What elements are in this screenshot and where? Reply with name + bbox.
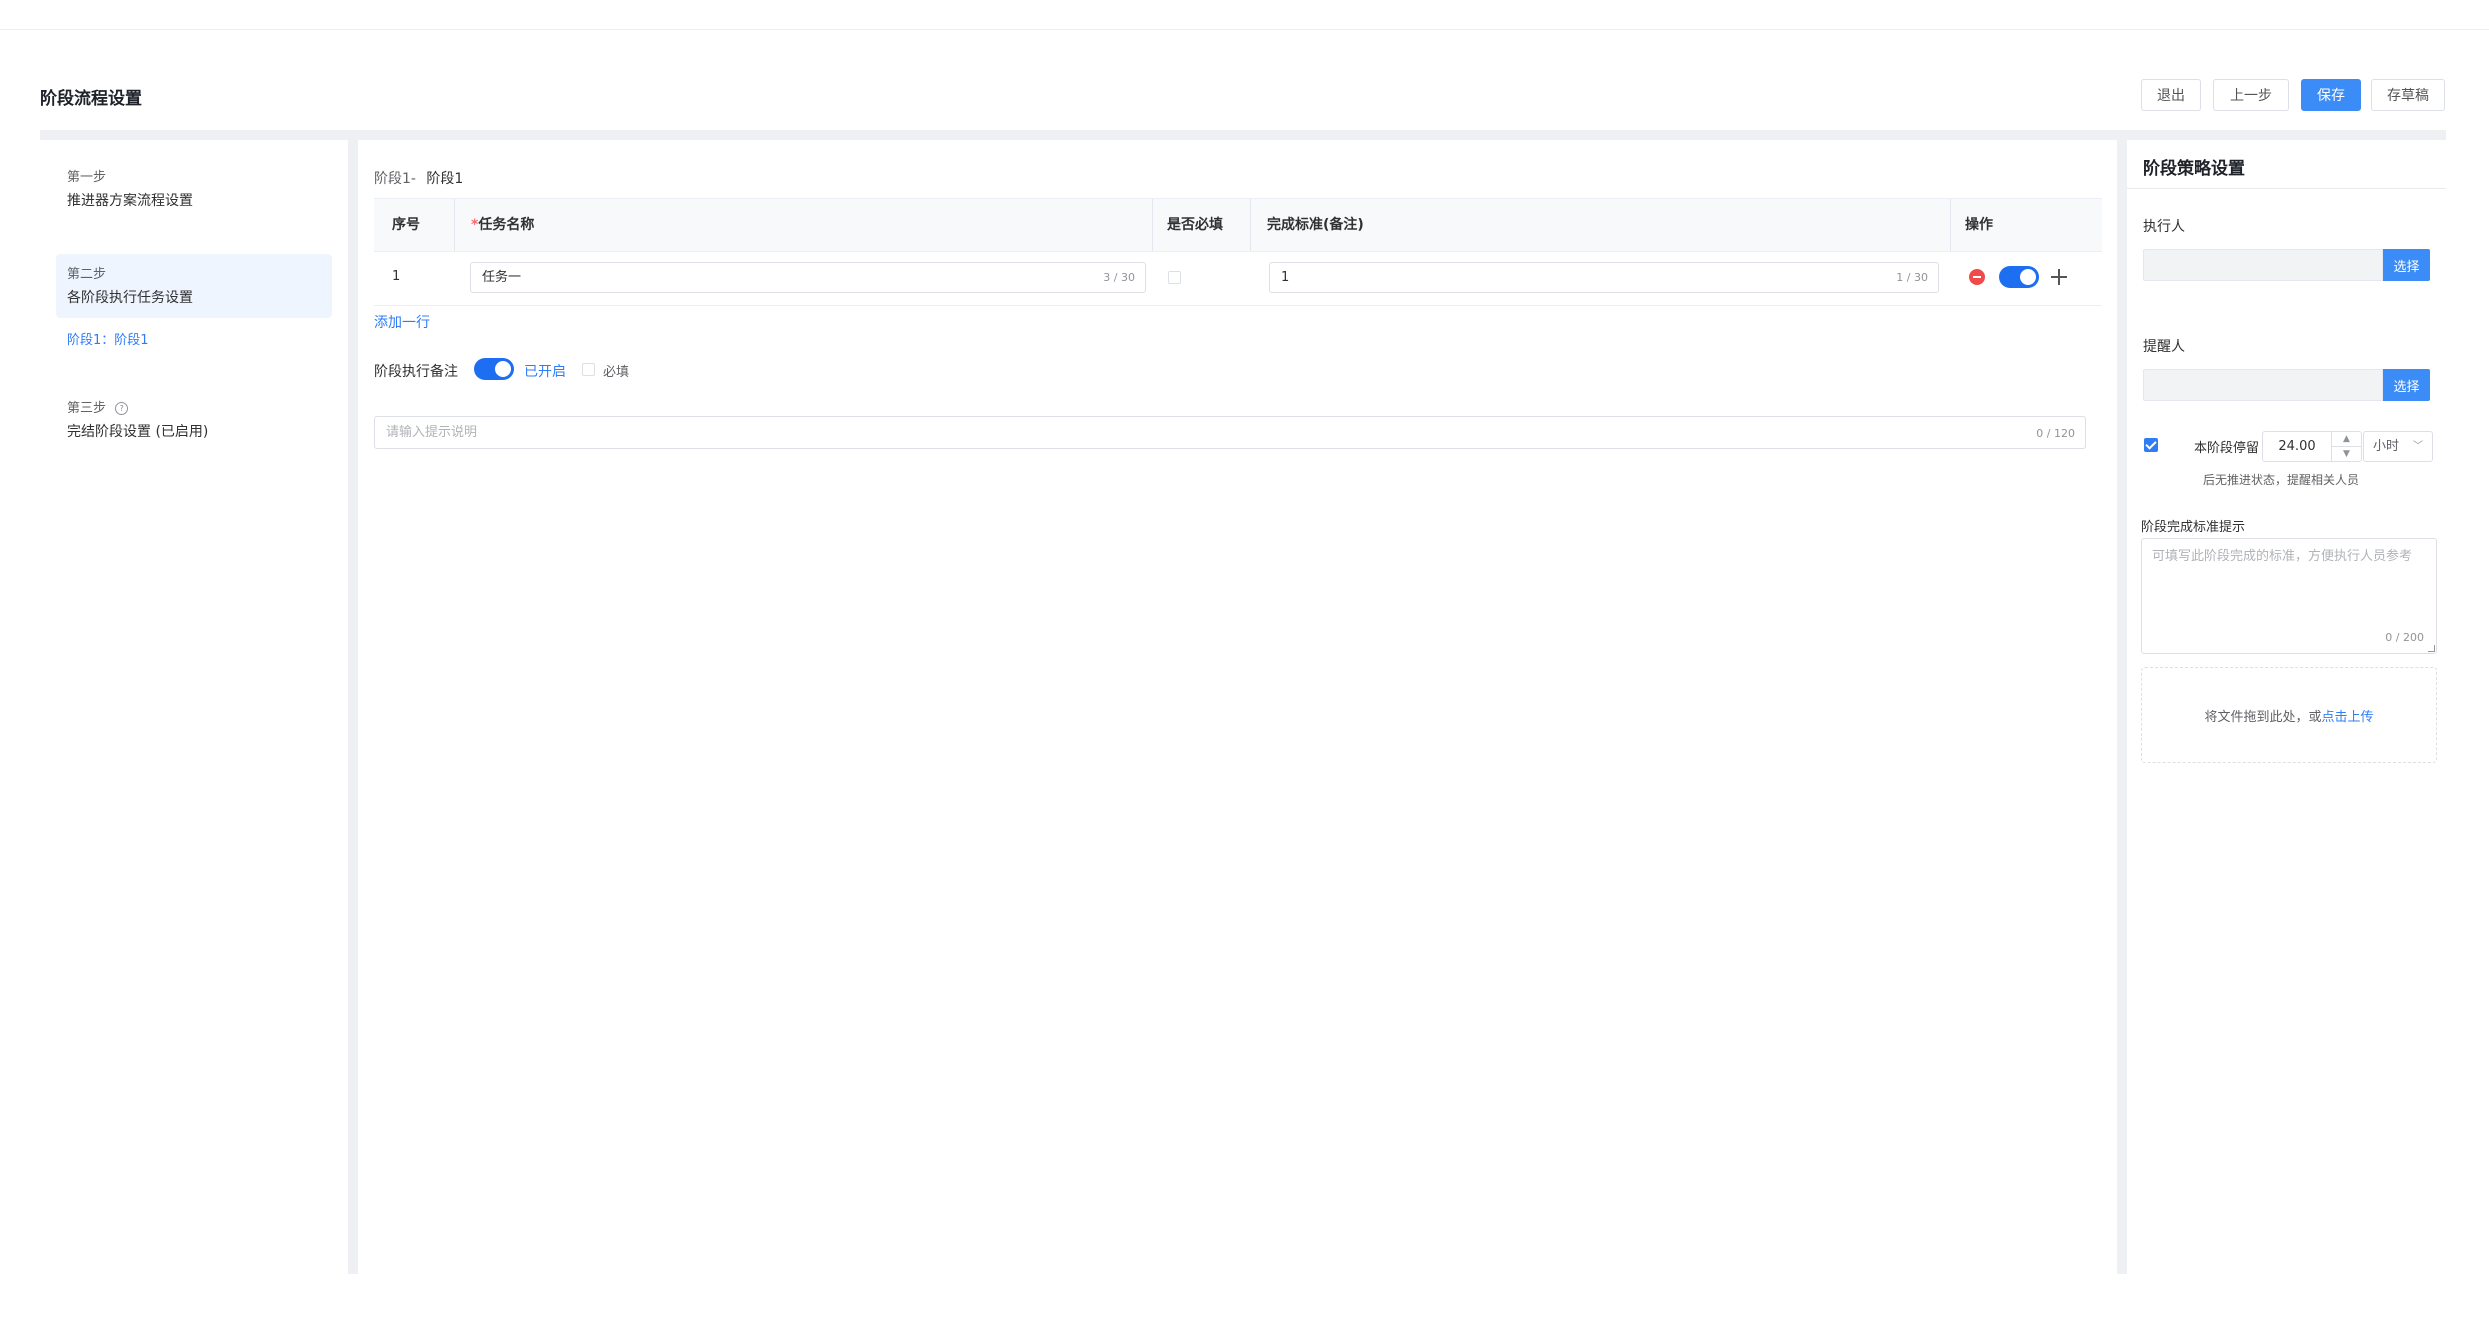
increase-icon[interactable]: ▲ — [2332, 432, 2361, 447]
remark-toggle[interactable] — [474, 358, 514, 380]
table-row: 1 任务一 3 / 30 1 1 / 30 — [374, 251, 2102, 306]
remark-label: 阶段执行备注 — [374, 364, 458, 380]
header-task-text: 任务名称 — [478, 217, 535, 233]
executor-label: 执行人 — [2143, 219, 2185, 235]
completion-hint-counter: 0 / 200 — [2385, 631, 2424, 644]
strategy-title: 阶段策略设置 — [2143, 159, 2245, 179]
resize-handle-icon[interactable] — [2428, 645, 2435, 652]
header-standard: 完成标准(备注) — [1250, 199, 1364, 251]
mandatory-checkbox[interactable] — [1168, 271, 1181, 284]
upload-text: 将文件拖到此处，或 — [2204, 709, 2322, 725]
remark-required-checkbox[interactable] — [582, 363, 595, 376]
header-mandatory: 是否必填 — [1152, 199, 1223, 251]
executor-select-button[interactable]: 选择 — [2383, 249, 2430, 281]
standard-value: 1 — [1281, 270, 1290, 285]
stage-prefix: 阶段1- — [374, 171, 416, 187]
step-3-title: 第三步 ? — [67, 397, 129, 416]
unit-select[interactable]: 小时 ﹀ — [2363, 431, 2433, 462]
top-bar — [0, 0, 2489, 30]
step-1-title: 第一步 — [67, 170, 107, 185]
upload-link[interactable]: 点击上传 — [2322, 706, 2374, 725]
remark-required-label[interactable]: 必填 — [603, 361, 629, 380]
completion-hint-placeholder: 可填写此阶段完成的标准，方便执行人员参考 — [2152, 549, 2413, 564]
remark-status: 已开启 — [524, 364, 566, 380]
hint-counter: 0 / 120 — [2036, 427, 2075, 440]
divider-band — [40, 130, 2446, 140]
exit-button[interactable]: 退出 — [2141, 79, 2201, 111]
drag-move-icon[interactable] — [2050, 268, 2068, 286]
standard-counter: 1 / 30 — [1896, 271, 1928, 284]
unit-value: 小时 — [2373, 439, 2400, 454]
reminder-field[interactable] — [2143, 369, 2383, 401]
step-3-item[interactable]: 完结阶段设置 (已启用) — [67, 421, 208, 441]
stage-1-link[interactable]: 阶段1：阶段1 — [67, 329, 149, 348]
task-table-header: 序号 *任务名称 是否必填 完成标准(备注) 操作 — [374, 198, 2102, 252]
stay-checkbox[interactable] — [2144, 438, 2158, 452]
row-index: 1 — [392, 269, 401, 284]
stage-label: 阶段1- 阶段1 — [374, 168, 463, 188]
completion-hint-textarea[interactable]: 可填写此阶段完成的标准，方便执行人员参考 0 / 200 — [2141, 538, 2437, 654]
right-divider — [2117, 140, 2127, 1274]
task-name-counter: 3 / 30 — [1103, 271, 1135, 284]
reminder-label: 提醒人 — [2143, 339, 2185, 355]
step-2-item[interactable]: 各阶段执行任务设置 — [67, 287, 193, 307]
add-row-link[interactable]: 添加一行 — [374, 312, 430, 332]
completion-hint-label: 阶段完成标准提示 — [2141, 520, 2246, 535]
reminder-select-button[interactable]: 选择 — [2383, 369, 2430, 401]
stay-hours-value: 24.00 — [2278, 439, 2316, 454]
header-ops: 操作 — [1950, 199, 1993, 251]
prev-step-button[interactable]: 上一步 — [2213, 79, 2289, 111]
step-2-title: 第二步 — [67, 267, 107, 282]
decrease-icon[interactable]: ▼ — [2332, 447, 2361, 461]
header-task-name: *任务名称 — [454, 199, 534, 251]
task-name-value: 任务一 — [482, 270, 522, 285]
step-3-title-text: 第三步 — [67, 401, 107, 416]
step-1-item[interactable]: 推进器方案流程设置 — [67, 190, 193, 210]
stay-label: 本阶段停留 — [2194, 441, 2260, 456]
page-title: 阶段流程设置 — [40, 89, 142, 109]
left-divider — [348, 140, 358, 1274]
executor-field[interactable] — [2143, 249, 2383, 281]
save-draft-button[interactable]: 存草稿 — [2371, 79, 2445, 111]
stage-name: 阶段1 — [426, 171, 464, 187]
chevron-down-icon: ﹀ — [2413, 441, 2423, 452]
save-button[interactable]: 保存 — [2301, 79, 2361, 111]
hint-placeholder: 请输入提示说明 — [386, 425, 478, 440]
remove-row-icon[interactable] — [1969, 269, 1985, 285]
stay-hours-input[interactable]: 24.00 ▲ ▼ — [2262, 431, 2362, 462]
stay-note: 后无推进状态，提醒相关人员 — [2203, 473, 2360, 487]
standard-input[interactable]: 1 1 / 30 — [1269, 262, 1939, 293]
header-index: 序号 — [392, 217, 420, 233]
strategy-divider — [2127, 188, 2446, 189]
row-enable-toggle[interactable] — [1999, 266, 2039, 288]
upload-dropzone[interactable]: 将文件拖到此处，或 点击上传 — [2141, 667, 2437, 763]
stay-stepper[interactable]: ▲ ▼ — [2331, 432, 2361, 461]
task-name-input[interactable]: 任务一 3 / 30 — [470, 262, 1146, 293]
question-circle-icon[interactable]: ? — [115, 402, 129, 415]
hint-input[interactable]: 请输入提示说明 0 / 120 — [374, 416, 2086, 449]
